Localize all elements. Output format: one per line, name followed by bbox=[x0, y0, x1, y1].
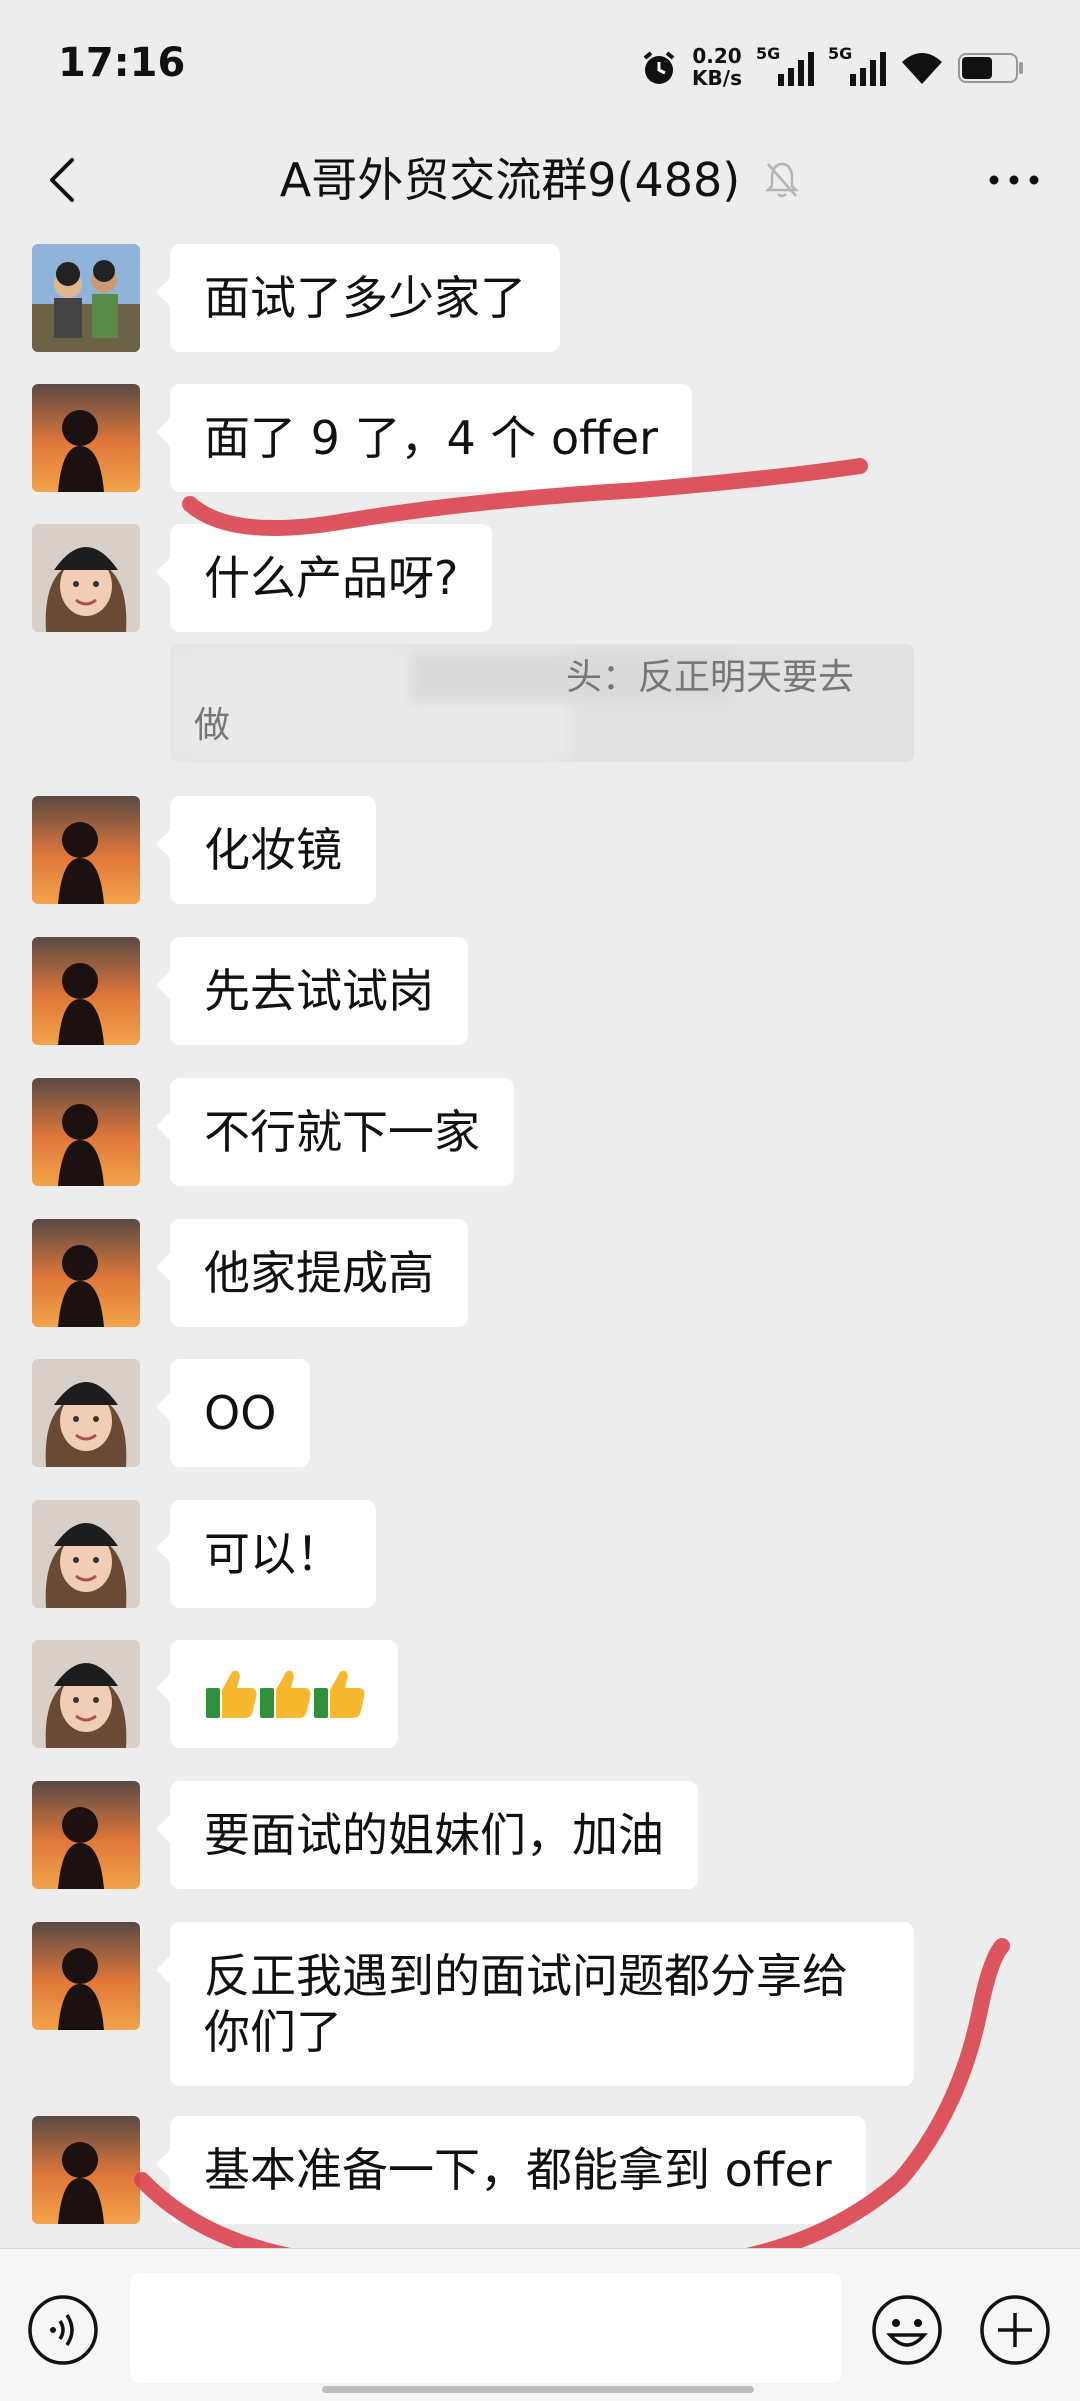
message-bubble[interactable]: 要面试的姐妹们，加油 bbox=[156, 1781, 698, 1889]
status-time: 17:16 bbox=[58, 40, 186, 86]
avatar-sunset-silhouette-image bbox=[32, 937, 140, 1045]
avatar[interactable] bbox=[32, 384, 140, 492]
avatar-girl-hat-image bbox=[32, 1500, 140, 1608]
avatar-sunset-silhouette-image bbox=[32, 1781, 140, 1889]
avatar[interactable] bbox=[32, 1922, 140, 2030]
avatar-sunset-silhouette-image bbox=[32, 1078, 140, 1186]
avatar[interactable] bbox=[32, 1359, 140, 1467]
avatar-girl-hat-image bbox=[32, 524, 140, 632]
signal-2-label: 5G bbox=[828, 44, 853, 63]
avatar[interactable] bbox=[32, 1500, 140, 1608]
alarm-icon bbox=[643, 51, 675, 84]
muted-bell-icon bbox=[765, 162, 800, 198]
voice-input-icon[interactable] bbox=[26, 2293, 100, 2367]
signal-icon-2: 5G bbox=[828, 44, 886, 86]
avatar-sunset-silhouette-image bbox=[32, 384, 140, 492]
net-speed: 0.20 KB/s bbox=[692, 46, 742, 90]
signal-icon-1: 5G bbox=[756, 44, 814, 86]
avatar[interactable] bbox=[32, 1640, 140, 1748]
net-speed-unit: KB/s bbox=[692, 66, 742, 90]
avatar-kids-image bbox=[32, 244, 140, 352]
chat-header: A哥外贸交流群9(488) bbox=[0, 130, 1080, 230]
avatar[interactable] bbox=[32, 244, 140, 352]
avatar-sunset-silhouette-image bbox=[32, 1219, 140, 1327]
avatar[interactable] bbox=[32, 2116, 140, 2224]
home-indicator[interactable] bbox=[322, 2386, 754, 2393]
chat-input-bar bbox=[0, 2248, 1080, 2401]
message-input[interactable] bbox=[130, 2273, 842, 2383]
status-icons: 0.20 KB/s 5G 5G bbox=[640, 44, 1024, 92]
avatar[interactable] bbox=[32, 1219, 140, 1327]
chat-title-area: A哥外贸交流群9(488) bbox=[0, 150, 1080, 210]
add-attachment-icon[interactable] bbox=[978, 2293, 1052, 2367]
avatar[interactable] bbox=[32, 937, 140, 1045]
net-speed-value: 0.20 bbox=[692, 44, 742, 68]
message-bubble[interactable]: 反正我遇到的面试问题都分享给你们了 bbox=[156, 1922, 914, 2086]
thumbs-up-emoji-icon bbox=[206, 1670, 365, 1718]
avatar[interactable] bbox=[32, 1781, 140, 1889]
message-bubble[interactable]: 基本准备一下，都能拿到 offer bbox=[156, 2116, 866, 2224]
quote-line-1: 头：反正明天要去 bbox=[566, 657, 855, 698]
avatar-sunset-silhouette-image bbox=[32, 1922, 140, 2030]
more-options-icon[interactable] bbox=[984, 158, 1044, 202]
message-bubble[interactable]: 可以！ bbox=[156, 1500, 376, 1608]
avatar-sunset-silhouette-image bbox=[32, 796, 140, 904]
avatar-girl-hat-image bbox=[32, 1359, 140, 1467]
message-bubble[interactable]: 化妆镜 bbox=[156, 796, 376, 904]
wifi-icon bbox=[902, 53, 942, 84]
avatar[interactable] bbox=[32, 524, 140, 632]
signal-1-label: 5G bbox=[756, 44, 781, 63]
message-bubble[interactable] bbox=[156, 1640, 398, 1748]
avatar-sunset-silhouette-image bbox=[32, 2116, 140, 2224]
avatar[interactable] bbox=[32, 796, 140, 904]
message-bubble[interactable]: OO bbox=[155, 1359, 311, 1467]
chat-title: A哥外贸交流群9(488) bbox=[279, 153, 741, 207]
message-bubble[interactable]: 面了 9 了，4 个 offer bbox=[155, 384, 693, 492]
message-bubble[interactable]: 面试了多少家了 bbox=[156, 244, 560, 352]
message-bubble[interactable]: 他家提成高 bbox=[156, 1219, 468, 1327]
message-bubble[interactable]: 不行就下一家 bbox=[156, 1078, 514, 1186]
battery-icon bbox=[958, 53, 1023, 83]
emoji-icon[interactable] bbox=[870, 2293, 944, 2367]
quoted-message[interactable]: 头：反正明天要去 做 bbox=[170, 644, 914, 762]
avatar[interactable] bbox=[32, 1078, 140, 1186]
message-bubble[interactable]: 什么产品呀? bbox=[155, 524, 493, 632]
quote-line-2: 做 bbox=[194, 705, 231, 746]
message-bubble[interactable]: 先去试试岗 bbox=[156, 937, 468, 1045]
status-bar: 17:16 0.20 KB/s 5G 5G bbox=[0, 0, 1080, 130]
avatar-girl-hat-image bbox=[32, 1640, 140, 1748]
